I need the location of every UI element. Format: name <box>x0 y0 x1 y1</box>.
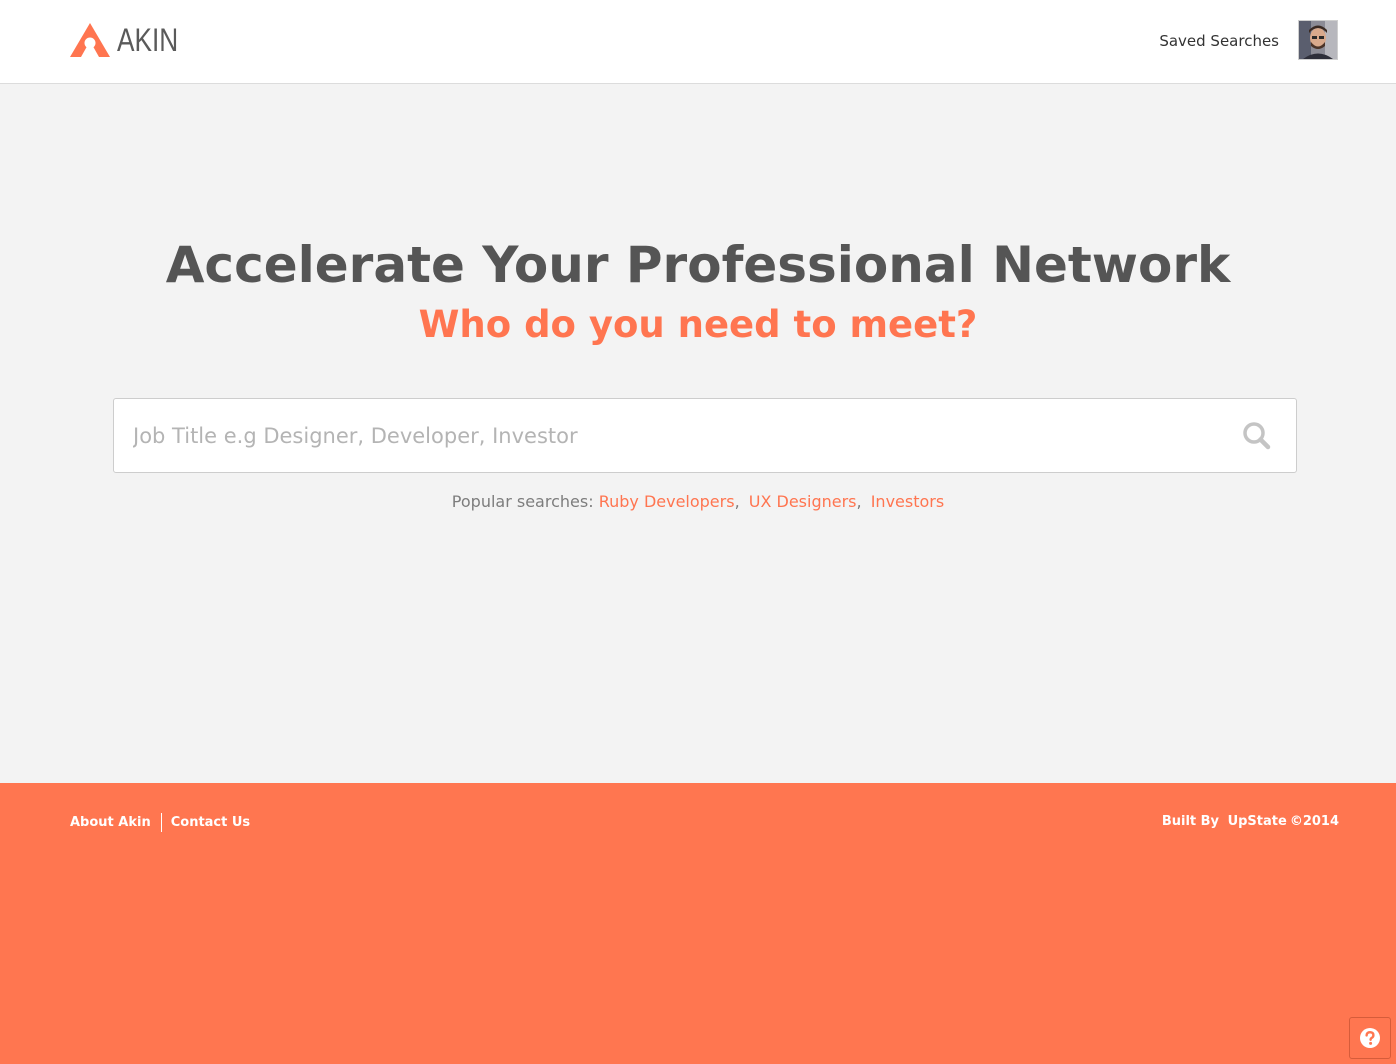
hero-title: Accelerate Your Professional Network <box>165 236 1231 294</box>
footer-divider <box>160 813 162 832</box>
upstate-link[interactable]: UpState <box>1228 814 1287 829</box>
popular-search-ux-designers[interactable]: UX Designers <box>749 492 857 511</box>
credit-suffix: ©2014 <box>1289 814 1339 829</box>
popular-searches-label: Popular searches: <box>451 492 594 511</box>
popular-search-ruby-developers[interactable]: Ruby Developers <box>599 492 735 511</box>
footer: About Akin Contact Us Built By UpState ©2… <box>0 783 1396 1064</box>
footer-credit: Built By UpState ©2014 <box>1162 813 1339 831</box>
question-icon <box>1360 1028 1380 1048</box>
footer-links: About Akin Contact Us <box>70 813 250 832</box>
contact-us-link[interactable]: Contact Us <box>171 814 250 832</box>
avatar-photo-icon <box>1299 21 1337 59</box>
help-button[interactable] <box>1349 1017 1391 1059</box>
popular-separator: , <box>856 492 862 511</box>
popular-searches: Popular searches: Ruby Developers, UX De… <box>0 491 1396 513</box>
user-avatar[interactable] <box>1298 20 1338 60</box>
search-input[interactable] <box>114 399 1214 472</box>
hero-subtitle: Who do you need to meet? <box>418 303 978 346</box>
about-akin-link[interactable]: About Akin <box>70 814 151 832</box>
search-icon <box>1243 422 1271 450</box>
saved-searches-link[interactable]: Saved Searches <box>1159 31 1279 51</box>
search-button[interactable] <box>1240 419 1274 453</box>
logo-link[interactable]: AKIN <box>70 22 192 58</box>
search-box <box>113 398 1297 473</box>
akin-logo-icon <box>70 23 110 57</box>
credit-prefix: Built By <box>1161 814 1220 829</box>
top-navbar: AKIN Saved Searches <box>0 0 1396 84</box>
popular-search-investors[interactable]: Investors <box>871 492 944 511</box>
logo-text: AKIN <box>117 22 179 58</box>
popular-separator: , <box>734 492 740 511</box>
